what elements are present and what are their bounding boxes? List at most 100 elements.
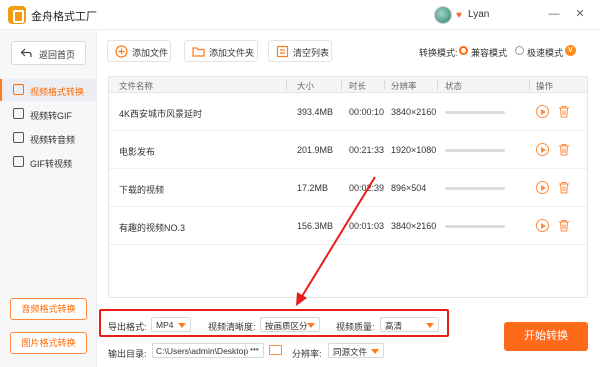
fast-mode-radio[interactable] [515,46,524,55]
header-file-name: 文件名称 [119,81,154,91]
play-icon[interactable] [536,181,549,194]
file-duration: 00:02:39 [349,183,385,193]
sidebar-item-label: 视频格式转换 [30,87,85,97]
progress-bar [445,225,505,228]
sidebar-item-label: 视频转GIF [30,111,72,121]
back-home-label: 返回首页 [39,50,76,60]
toolbar: 添加文件 添加文件夹 清空列表 转换模式: 兼容模式 极速模式 V [97,31,600,71]
sidebar-item-video-convert[interactable]: 视频格式转换 [0,79,97,101]
clear-list-button[interactable]: 清空列表 [268,40,332,62]
play-icon[interactable] [536,219,549,232]
clear-list-label: 清空列表 [293,48,330,58]
file-size: 393.4MB [297,107,334,117]
clear-list-icon [276,45,289,58]
video-quality-dropdown[interactable]: 高清 [380,317,439,332]
compat-mode-label[interactable]: 兼容模式 [471,46,507,59]
file-duration: 00:00:10 [349,107,385,117]
output-path-value: C:\Users\admin\Desktop\ [156,346,248,356]
sidebar-item-video-to-audio[interactable]: 视频转音频 [0,127,97,149]
minimize-icon[interactable]: — [546,6,562,22]
table-row[interactable]: 下载的视频 17.2MB 00:02:39 896×504 [109,170,587,207]
header-resolution: 分辨率 [391,81,417,91]
chevron-down-icon [426,323,434,328]
title-bar: 金舟格式工厂 ♥ Lyan — ✕ [0,0,600,30]
header-status: 状态 [445,81,463,91]
vip-badge-icon: V [565,45,576,56]
table-row[interactable]: 4K西安城市风景延时 393.4MB 00:00:10 3840×2160 [109,94,587,131]
folder-icon [192,47,205,57]
file-name: 电影发布 [119,147,156,157]
vip-heart-icon: ♥ [456,10,462,21]
fast-mode-label[interactable]: 极速模式 [527,46,563,59]
start-convert-button[interactable]: 开始转换 [504,322,588,351]
delete-icon[interactable] [558,143,570,156]
play-icon[interactable] [536,143,549,156]
file-resolution: 896×504 [391,183,427,193]
video-quality-value: 高清 [385,321,403,331]
file-resolution: 3840×2160 [391,221,437,231]
audio-icon [13,132,24,143]
add-file-label: 添加文件 [132,48,169,58]
user-avatar[interactable] [434,6,452,24]
header-separator [384,80,385,90]
add-folder-button[interactable]: 添加文件夹 [184,40,258,62]
header-separator [286,80,287,90]
back-home-button[interactable]: 返回首页 [11,41,86,65]
compat-mode-radio[interactable] [459,46,468,55]
app-title: 金舟格式工厂 [31,11,97,23]
file-name: 下载的视频 [119,185,165,195]
gif-icon [13,108,24,119]
sidebar: 返回首页 视频格式转换 视频转GIF 视频转音频 GIF转视频 音频格式转换 图… [0,31,97,367]
header-separator [529,80,530,90]
audio-convert-button[interactable]: 音频格式转换 [10,298,87,320]
export-format-dropdown[interactable]: MP4 [151,317,191,332]
file-duration: 00:01:03 [349,221,385,231]
file-size: 156.3MB [297,221,334,231]
delete-icon[interactable] [558,181,570,194]
user-name[interactable]: Lyan [468,9,489,20]
resolution-label: 分辨率: [292,349,322,359]
sidebar-item-label: 视频转音频 [30,135,76,145]
resolution-dropdown[interactable]: 同源文件 [328,343,384,358]
file-resolution: 3840×2160 [391,107,437,117]
add-folder-label: 添加文件夹 [209,48,255,58]
file-resolution: 1920×1080 [391,145,437,155]
progress-bar [445,149,505,152]
delete-icon[interactable] [558,105,570,118]
header-size: 大小 [297,81,315,91]
close-icon[interactable]: ✕ [572,6,588,22]
file-name: 有趣的视频NO.3 [119,223,186,233]
video-clarity-dropdown[interactable]: 按画质区分 [260,317,320,332]
header-actions: 操作 [536,81,554,91]
image-convert-button[interactable]: 图片格式转换 [10,332,87,354]
file-duration: 00:21:33 [349,145,385,155]
app-logo-icon [8,6,26,24]
more-options-button[interactable]: ••• [245,344,263,357]
table-header: 文件名称 大小 时长 分辨率 状态 操作 [109,77,587,93]
header-duration: 时长 [349,81,367,91]
sidebar-item-gif-to-video[interactable]: GIF转视频 [0,151,97,173]
file-table: 文件名称 大小 时长 分辨率 状态 操作 4K西安城市风景延时 393.4MB … [108,76,588,298]
back-arrow-icon [20,48,32,57]
table-row[interactable]: 有趣的视频NO.3 156.3MB 00:01:03 3840×2160 [109,208,587,245]
video-convert-icon [13,84,24,95]
gif-video-icon [13,156,24,167]
chevron-down-icon [371,349,379,354]
file-size: 201.9MB [297,145,334,155]
table-row[interactable]: 电影发布 201.9MB 00:21:33 1920×1080 [109,132,587,169]
play-icon[interactable] [536,105,549,118]
mode-label: 转换模式: [419,48,458,58]
chevron-down-icon [178,323,186,328]
export-format-value: MP4 [156,320,174,330]
add-file-button[interactable]: 添加文件 [107,40,171,62]
chevron-down-icon [307,323,315,328]
resolution-value: 同源文件 [333,347,368,357]
open-folder-icon[interactable] [269,345,282,355]
header-separator [437,80,438,90]
output-path-field[interactable]: C:\Users\admin\Desktop\ ••• [152,343,264,358]
delete-icon[interactable] [558,219,570,232]
header-separator [341,80,342,90]
sidebar-item-video-to-gif[interactable]: 视频转GIF [0,103,97,125]
video-clarity-value: 按画质区分 [265,321,308,331]
progress-bar [445,187,505,190]
